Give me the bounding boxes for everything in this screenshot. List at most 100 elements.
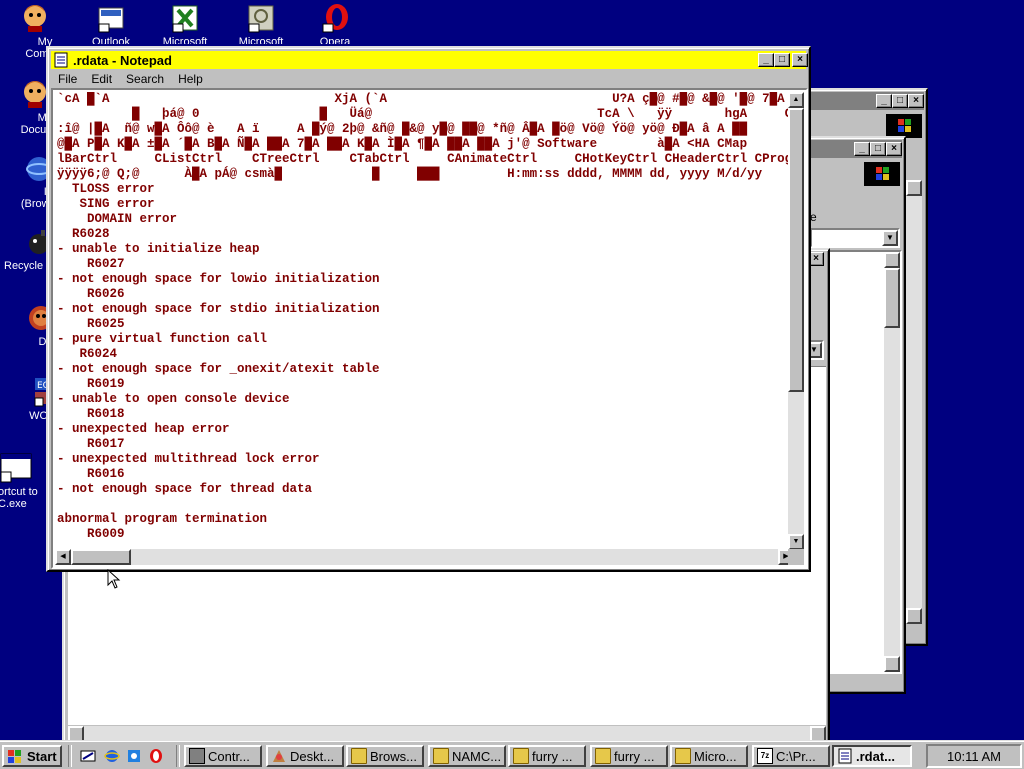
notepad-text-line[interactable]: - unable to initialize heap [57, 242, 794, 257]
excel-label: Microsoft [162, 36, 208, 44]
notepad-text-line[interactable]: :î@ |█A ñ@ w█A Ôô@ è A ï A █ý@ 2þ@ &ñ@ █… [57, 122, 794, 137]
maximize-button[interactable]: □ [892, 94, 908, 108]
menu-search[interactable]: Search [119, 72, 171, 86]
notepad-text-line[interactable]: - unexpected multithread lock error [57, 452, 794, 467]
windows-logo-icon [864, 162, 900, 186]
scroll-up-button[interactable]: ▲ [788, 92, 804, 108]
notepad-text-line[interactable]: TLOSS error [57, 182, 794, 197]
notepad-text-line[interactable]: R6009 [57, 527, 794, 542]
channels-icon[interactable] [126, 748, 142, 764]
desktop-icon [271, 748, 287, 764]
minimize-button[interactable]: _ [758, 53, 774, 67]
address-combo[interactable]: ▼ [810, 228, 900, 248]
excel-icon [169, 2, 201, 34]
taskbar-button-c-pr[interactable]: 7z C:\Pr... [752, 745, 830, 767]
taskbar-button-desktop[interactable]: Deskt... [266, 745, 344, 767]
notepad-text-line[interactable]: ÿÿÿÿ6;@ Q;@ À█A pÁ@ csmà█ █ ███ H:mm:ss … [57, 167, 794, 182]
background-window-a-titlebar[interactable]: _ □ × [804, 92, 924, 110]
notepad-text-line[interactable]: - unexpected heap error [57, 422, 794, 437]
start-button[interactable]: Start [2, 745, 62, 767]
taskbar-button-namc[interactable]: NAMC... [428, 745, 506, 767]
desktop-icon-outlook[interactable]: Outlook [78, 2, 144, 44]
folder-icon [595, 748, 611, 764]
notepad-text-line[interactable]: R6017 [57, 437, 794, 452]
notepad-text-line[interactable]: DOMAIN error [57, 212, 794, 227]
desktop-icon-opera[interactable]: Opera [302, 2, 368, 44]
notepad-text-content[interactable]: `cA █`A XjA (`A U?A ç█@ #█@ &█@ '█@ 7█A … [55, 92, 794, 547]
notepad-window[interactable]: .rdata - Notepad _ □ × File Edit Search … [46, 46, 811, 572]
task-label: furry ... [614, 748, 655, 764]
control-panel-icon [189, 748, 205, 764]
notepad-text-line[interactable]: - not enough space for _onexit/atexit ta… [57, 362, 794, 377]
my-computer-icon [19, 2, 51, 34]
desktop-icon-microsoft-other[interactable]: Microsoft [228, 2, 294, 44]
notepad-text-line[interactable]: - not enough space for thread data [57, 482, 794, 497]
notepad-text-line[interactable]: R6028 [57, 227, 794, 242]
taskbar-button-furry-1[interactable]: furry ... [508, 745, 586, 767]
minimize-button[interactable]: _ [854, 142, 870, 156]
close-button[interactable]: × [908, 94, 924, 108]
notepad-text-line[interactable]: R6026 [57, 287, 794, 302]
task-label: furry ... [532, 748, 573, 764]
taskbar-button-furry-2[interactable]: furry ... [590, 745, 668, 767]
notepad-icon [837, 748, 853, 764]
desktop-icon-excel[interactable]: Microsoft [152, 2, 218, 44]
background-window-b-titlebar[interactable]: _ □ × [804, 140, 902, 158]
notepad-text-line[interactable]: R6019 [57, 377, 794, 392]
windows-flag-icon [7, 748, 23, 764]
minimize-button[interactable]: _ [876, 94, 892, 108]
notepad-text-line[interactable]: SING error [57, 197, 794, 212]
maximize-button[interactable]: □ [870, 142, 886, 156]
task-label: Contr... [208, 748, 250, 764]
notepad-vertical-scrollbar[interactable]: ▲ ▼ [788, 92, 804, 550]
notepad-text-line[interactable]: R6027 [57, 257, 794, 272]
ie-icon[interactable] [104, 748, 120, 764]
taskbar-button-browser[interactable]: Brows... [346, 745, 424, 767]
mouse-cursor-icon [107, 568, 121, 589]
notepad-text-line[interactable]: @█A P█A K█A ±█A ´█A B█A Ñ█A ██A 7█A ██A … [57, 137, 794, 152]
notepad-text-line[interactable]: R6018 [57, 407, 794, 422]
taskbar-button-micro[interactable]: Micro... [670, 745, 748, 767]
close-button[interactable]: × [886, 142, 902, 156]
notepad-text-line[interactable]: `cA █`A XjA (`A U?A ç█@ #█@ &█@ '█@ 7█A … [57, 92, 794, 107]
task-label: .rdat... [856, 748, 896, 764]
notepad-text-line[interactable]: lBarCtrl CListCtrl CTreeCtrl CTabCtrl CA… [57, 152, 794, 167]
notepad-text-line[interactable]: - unable to open console device [57, 392, 794, 407]
scroll-down-button[interactable]: ▼ [788, 534, 804, 550]
notepad-menubar: File Edit Search Help [51, 70, 806, 88]
opera-icon[interactable] [148, 748, 164, 764]
scroll-thumb[interactable] [788, 108, 804, 392]
notepad-text-line[interactable]: - not enough space for lowio initializat… [57, 272, 794, 287]
show-desktop-icon[interactable] [80, 748, 96, 764]
menu-help[interactable]: Help [171, 72, 210, 86]
clock[interactable]: 10:11 AM [947, 749, 1001, 764]
notepad-text-line[interactable]: R6025 [57, 317, 794, 332]
content-scrollbar[interactable] [884, 252, 900, 672]
scroll-left-button[interactable]: ◀ [55, 549, 71, 565]
task-label: Deskt... [290, 748, 335, 764]
menu-file[interactable]: File [51, 72, 84, 86]
menu-edit[interactable]: Edit [84, 72, 119, 86]
notepad-edit-area[interactable]: `cA █`A XjA (`A U?A ç█@ #█@ &█@ '█@ 7█A … [51, 88, 808, 569]
notepad-text-line[interactable]: abnormal program termination [57, 512, 794, 527]
opera-label: Opera [319, 36, 351, 44]
notepad-icon [53, 52, 69, 68]
hscroll-thumb[interactable] [71, 549, 131, 565]
maximize-button[interactable]: □ [774, 53, 790, 67]
notepad-text-line[interactable]: - pure virtual function call [57, 332, 794, 347]
taskbar-button-notepad[interactable]: .rdat... [832, 745, 912, 767]
taskbar-separator [176, 745, 180, 767]
close-button[interactable]: × [792, 53, 808, 67]
notepad-horizontal-scrollbar[interactable]: ◀ ▶ [55, 549, 794, 565]
notepad-text-line[interactable] [57, 497, 794, 512]
taskbar-button-control-panel[interactable]: Contr... [184, 745, 262, 767]
background-window-a-scrollbar[interactable] [906, 180, 922, 624]
notepad-text-line[interactable]: R6016 [57, 467, 794, 482]
microsoft-other-label: Microsoft [238, 36, 284, 44]
notepad-titlebar[interactable]: .rdata - Notepad _ □ × [51, 51, 808, 69]
notepad-text-line[interactable]: - not enough space for stdio initializat… [57, 302, 794, 317]
combo-dropdown-button[interactable]: ▼ [882, 230, 898, 246]
notepad-text-line[interactable]: █ þá@ 0 █ Üá@ TcA \ ÿÿ hgA CWnd [57, 107, 794, 122]
windows-logo-icon [886, 114, 922, 138]
notepad-text-line[interactable]: R6024 [57, 347, 794, 362]
